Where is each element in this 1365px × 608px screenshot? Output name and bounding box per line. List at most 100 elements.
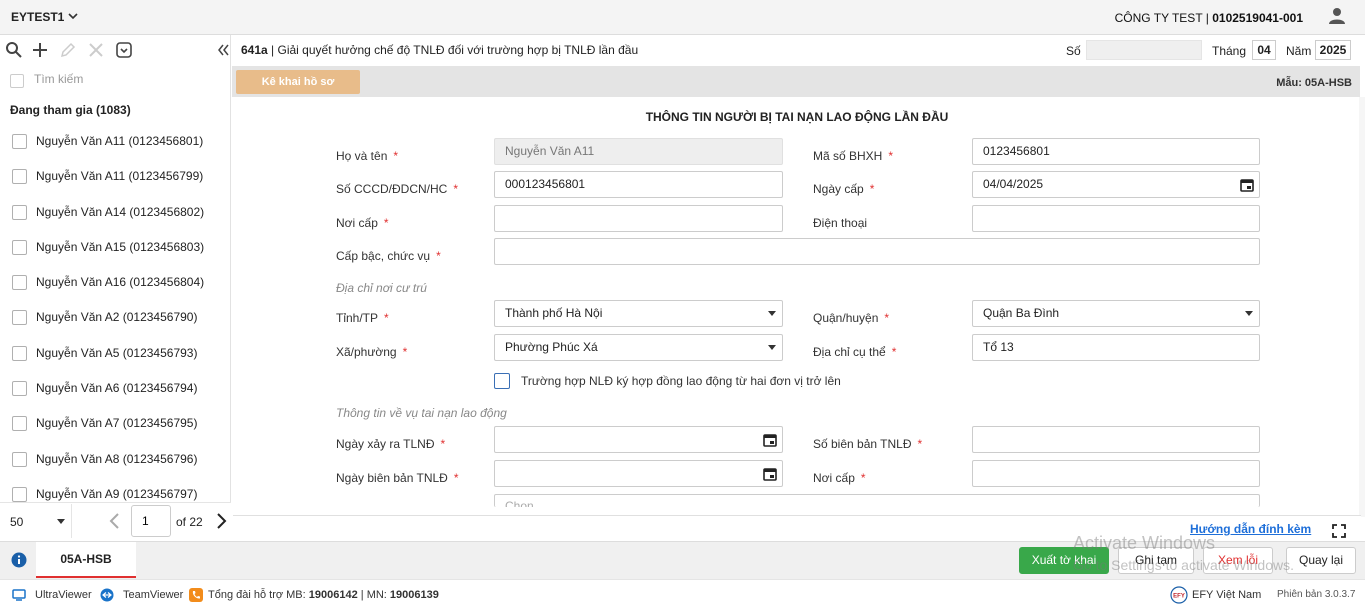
list-item-checkbox[interactable] [12, 240, 27, 255]
chevron-down-icon[interactable] [68, 11, 78, 21]
user-icon[interactable] [1328, 7, 1346, 25]
dia-chi-field[interactable]: Tổ 13 [972, 334, 1260, 361]
chon-select[interactable]: Chọn [494, 494, 1260, 507]
so-bien-ban-label: Số biên bản TNLĐ * [813, 437, 923, 451]
teamviewer-link[interactable]: TeamViewer [123, 589, 183, 601]
list-item[interactable]: Nguyễn Văn A11 (0123456801) [12, 132, 222, 152]
xa-select[interactable]: Phường Phúc Xá [494, 334, 783, 361]
list-item-label[interactable]: Nguyễn Văn A7 (0123456795) [36, 416, 197, 430]
tab-ke-khai-ho-so[interactable]: Kê khai hồ sơ [236, 70, 360, 94]
nam-field[interactable]: 2025 [1315, 40, 1351, 60]
dropdown-square-icon[interactable] [115, 41, 133, 59]
list-item-checkbox[interactable] [12, 381, 27, 396]
back-button[interactable]: Quay lại [1286, 547, 1356, 574]
list-item-checkbox[interactable] [12, 134, 27, 149]
ngay-bien-ban-label: Ngày biên bản TNLĐ * [336, 471, 459, 485]
list-item[interactable]: Nguyễn Văn A14 (0123456802) [12, 203, 222, 223]
list-item-checkbox[interactable] [12, 346, 27, 361]
ngay-cap-field[interactable]: 04/04/2025 [972, 171, 1260, 198]
page-size-value[interactable]: 50 [10, 515, 23, 529]
teamviewer-icon[interactable] [100, 588, 114, 602]
section-address: Địa chỉ nơi cư trú [336, 281, 427, 295]
form-name: | Giải quyết hưởng chế độ TNLĐ đối với t… [271, 43, 639, 57]
list-item-label[interactable]: Nguyễn Văn A16 (0123456804) [36, 275, 204, 289]
collapse-sidebar-icon[interactable] [214, 41, 232, 59]
list-item-checkbox[interactable] [12, 169, 27, 184]
template-code-label: Mẫu: 05A-HSB [1276, 77, 1352, 89]
fullscreen-icon[interactable] [1332, 524, 1346, 538]
so-field[interactable] [1086, 40, 1202, 60]
multi-contract-label[interactable]: Trường hợp NLĐ ký hợp đồng lao động từ h… [521, 374, 841, 388]
list-item-checkbox[interactable] [12, 310, 27, 325]
section-accident: Thông tin về vụ tai nạn lao động [336, 406, 507, 420]
caret-down-icon[interactable] [768, 311, 776, 316]
close-icon[interactable] [87, 41, 105, 59]
thang-field[interactable]: 04 [1252, 40, 1276, 60]
tinh-select[interactable]: Thành phố Hà Nội [494, 300, 783, 327]
cap-bac-field[interactable] [494, 238, 1260, 265]
prev-page-icon[interactable] [107, 512, 121, 530]
cccd-field[interactable]: 000123456801 [494, 171, 783, 198]
tenant-selector[interactable]: EYTEST1 [11, 10, 64, 24]
select-all-checkbox[interactable] [10, 74, 24, 88]
calendar-icon[interactable] [763, 467, 777, 481]
form-title: 641a | Giải quyết hưởng chế độ TNLĐ đối … [241, 43, 638, 57]
page-of-label: of [176, 515, 187, 529]
cccd-label: Số CCCD/ĐDCN/HC * [336, 182, 459, 196]
list-item[interactable]: Nguyễn Văn A2 (0123456790) [12, 308, 222, 328]
list-item-label[interactable]: Nguyễn Văn A11 (0123456799) [36, 169, 203, 183]
noi-cap-field[interactable] [494, 205, 783, 232]
multi-contract-checkbox[interactable] [494, 373, 510, 389]
calendar-icon[interactable] [763, 433, 777, 447]
list-item-label[interactable]: Nguyễn Văn A15 (0123456803) [36, 240, 204, 254]
caret-down-icon[interactable] [57, 519, 65, 524]
search-icon[interactable] [5, 41, 23, 59]
list-item-checkbox[interactable] [12, 452, 27, 467]
ultraviewer-link[interactable]: UltraViewer [35, 589, 92, 601]
list-item-label[interactable]: Nguyễn Văn A9 (0123456797) [36, 487, 197, 501]
list-item-label[interactable]: Nguyễn Văn A5 (0123456793) [36, 346, 197, 360]
list-item-checkbox[interactable] [12, 205, 27, 220]
info-icon[interactable] [11, 552, 27, 568]
page-number-input[interactable] [131, 505, 171, 537]
list-item[interactable]: Nguyễn Văn A8 (0123456796) [12, 450, 222, 470]
caret-down-icon[interactable] [1245, 311, 1253, 316]
list-item-checkbox[interactable] [12, 275, 27, 290]
list-item-checkbox[interactable] [12, 487, 27, 502]
list-item-label[interactable]: Nguyễn Văn A11 (0123456801) [36, 134, 203, 148]
so-bien-ban-field[interactable] [972, 426, 1260, 453]
list-item-label[interactable]: Nguyễn Văn A8 (0123456796) [36, 452, 197, 466]
ho-ten-field[interactable]: Nguyễn Văn A11 [494, 138, 783, 165]
list-item-checkbox[interactable] [12, 416, 27, 431]
calendar-icon[interactable] [1240, 178, 1254, 192]
form-scrollbar[interactable] [1359, 97, 1365, 517]
efy-logo-icon: EFY [1170, 586, 1188, 604]
list-item[interactable]: Nguyễn Văn A7 (0123456795) [12, 414, 222, 434]
footer [0, 579, 1365, 608]
add-icon[interactable] [31, 41, 49, 59]
list-item-label[interactable]: Nguyễn Văn A6 (0123456794) [36, 381, 197, 395]
tab-form-05a-hsb[interactable]: 05A-HSB [36, 542, 136, 578]
list-item-label[interactable]: Nguyễn Văn A2 (0123456790) [36, 310, 197, 324]
ngay-bien-ban-field[interactable] [494, 460, 783, 487]
xa-value: Phường Phúc Xá [505, 340, 598, 354]
caret-down-icon[interactable] [768, 345, 776, 350]
edit-icon[interactable] [59, 41, 77, 59]
next-page-icon[interactable] [215, 512, 229, 530]
quan-select[interactable]: Quận Ba Đình [972, 300, 1260, 327]
noi-cap2-field[interactable] [972, 460, 1260, 487]
list-item[interactable]: Nguyễn Văn A11 (0123456799) [12, 167, 222, 187]
tinh-value: Thành phố Hà Nội [505, 306, 603, 320]
ultraviewer-icon[interactable] [12, 588, 26, 602]
list-item[interactable]: Nguyễn Văn A15 (0123456803) [12, 238, 222, 258]
list-item[interactable]: Nguyễn Văn A16 (0123456804) [12, 273, 222, 293]
ma-so-bhxh-field[interactable]: 0123456801 [972, 138, 1260, 165]
company-info: CÔNG TY TEST | 0102519041-001 [1114, 11, 1303, 25]
list-item[interactable]: Nguyễn Văn A5 (0123456793) [12, 344, 222, 364]
form-tab-bar [232, 66, 1360, 97]
search-input[interactable]: Tìm kiếm [34, 72, 83, 86]
ngay-xay-ra-field[interactable] [494, 426, 783, 453]
dien-thoai-field[interactable] [972, 205, 1260, 232]
list-item-label[interactable]: Nguyễn Văn A14 (0123456802) [36, 205, 204, 219]
list-item[interactable]: Nguyễn Văn A6 (0123456794) [12, 379, 222, 399]
